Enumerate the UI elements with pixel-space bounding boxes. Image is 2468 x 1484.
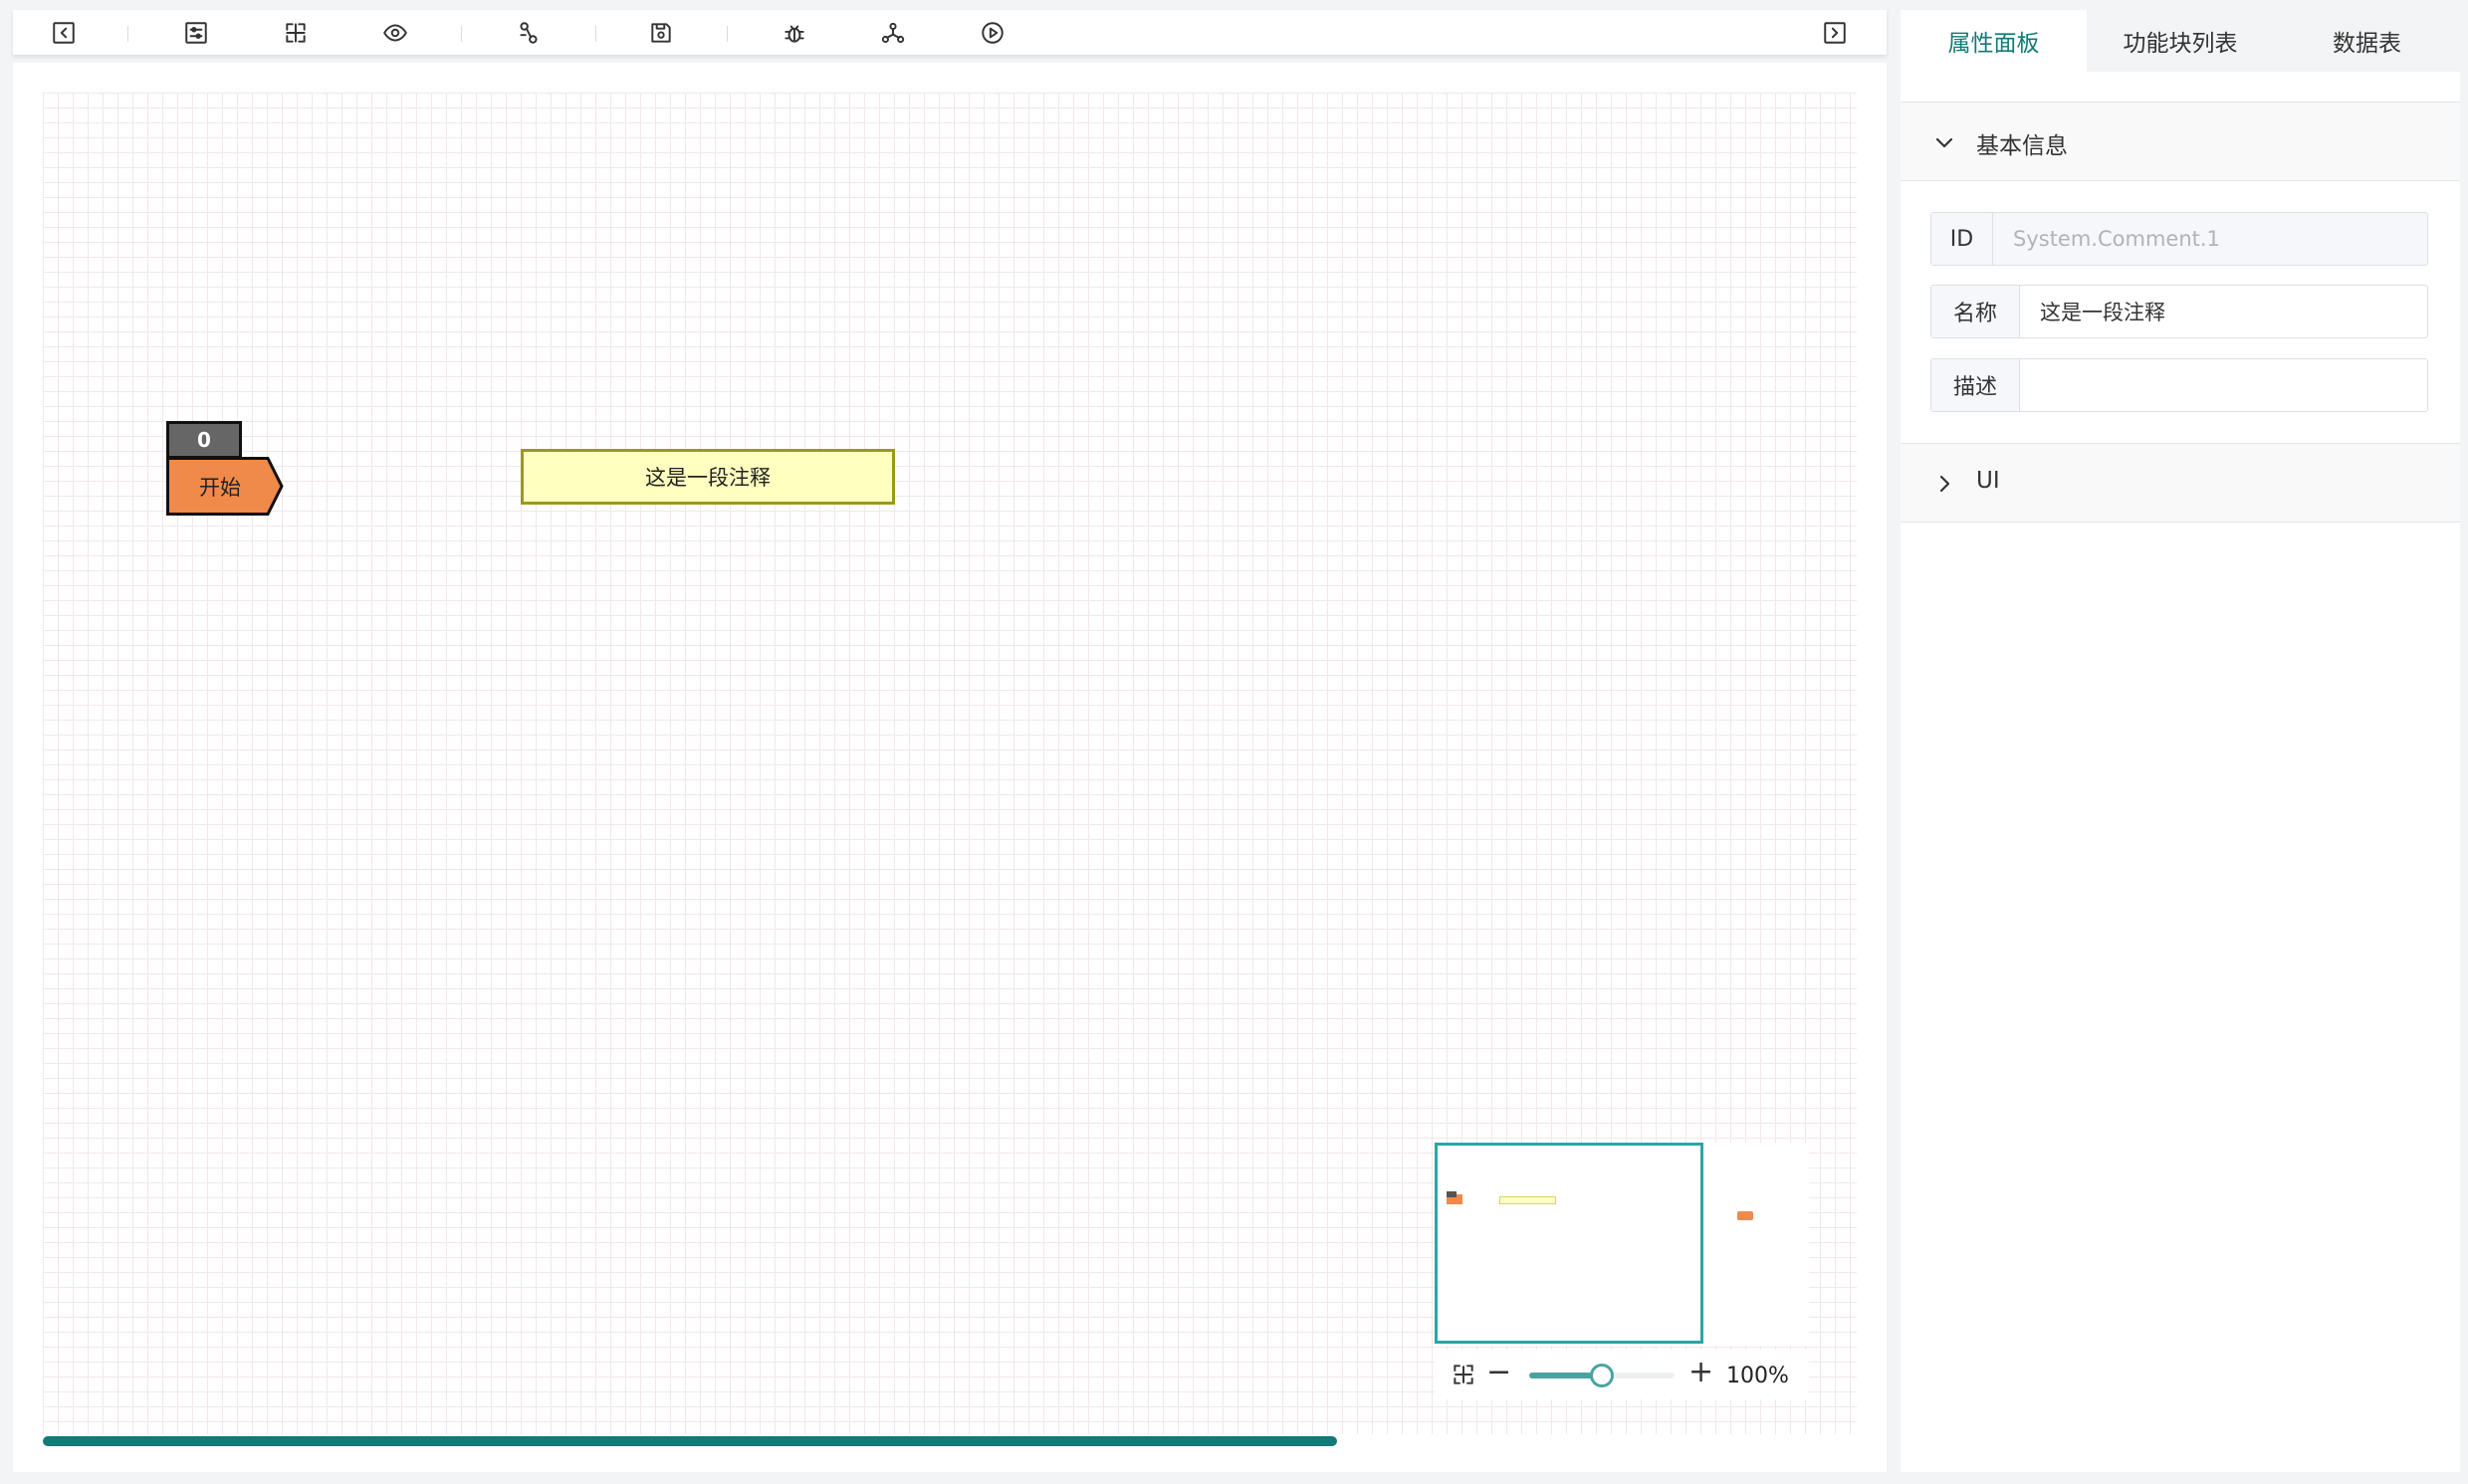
collapse-right-icon — [1824, 22, 1846, 44]
name-input[interactable] — [2020, 286, 2427, 337]
description-field: 描述 — [1930, 358, 2428, 412]
run-button[interactable] — [977, 19, 1009, 47]
name-field: 名称 — [1930, 285, 2428, 338]
link-flow-icon — [520, 22, 538, 44]
zoom-out-button[interactable]: − — [1486, 1358, 1511, 1387]
collapse-left-button[interactable] — [48, 19, 80, 47]
toolbar-divider — [127, 26, 128, 42]
save-icon — [651, 23, 671, 43]
canvas-panel: 0 开始 这是一段注释 − + 100% — [13, 63, 1887, 1472]
start-node[interactable]: 开始 — [166, 457, 284, 516]
section-basic-info-header[interactable]: 基本信息 — [1901, 102, 2460, 181]
section-ui-title: UI — [1976, 468, 2000, 494]
section-ui-header[interactable]: UI — [1901, 443, 2460, 523]
preview-button[interactable] — [379, 19, 411, 47]
debug-button[interactable] — [779, 19, 810, 47]
network-icon — [881, 22, 905, 44]
id-input — [1993, 213, 2427, 265]
minimap[interactable] — [1435, 1143, 1809, 1346]
fit-view-button[interactable] — [280, 19, 312, 47]
save-button[interactable] — [645, 19, 677, 47]
tab-data-table[interactable]: 数据表 — [2274, 10, 2460, 72]
collapse-right-button[interactable] — [1819, 19, 1851, 47]
flow-canvas[interactable]: 0 开始 这是一段注释 − + 100% — [43, 93, 1857, 1434]
chevron-right-icon — [1932, 472, 1956, 496]
tab-function-blocks[interactable]: 功能块列表 — [2089, 10, 2272, 72]
collapse-left-icon — [53, 22, 75, 44]
zoom-slider-handle[interactable] — [1590, 1364, 1614, 1387]
toolbar-divider — [595, 26, 596, 42]
section-basic-info-title: 基本信息 — [1976, 133, 2068, 159]
fit-view-icon — [286, 23, 306, 43]
right-panel: 属性面板 功能块列表 数据表 基本信息 ID 名称 描述 UI — [1901, 10, 2460, 1472]
zoom-fit-button[interactable] — [1451, 1362, 1476, 1387]
eye-icon — [383, 24, 407, 42]
zoom-in-button[interactable]: + — [1688, 1358, 1713, 1387]
link-flow-button[interactable] — [513, 19, 545, 47]
play-icon — [982, 22, 1004, 44]
settings-button[interactable] — [180, 19, 212, 47]
id-field: ID — [1930, 212, 2428, 266]
horizontal-scrollbar[interactable] — [43, 1436, 1337, 1446]
tab-properties[interactable]: 属性面板 — [1901, 10, 2087, 72]
zoom-controls: − + 100% — [1435, 1350, 1809, 1399]
minimap-viewport[interactable] — [1435, 1143, 1703, 1344]
graph-button[interactable] — [877, 19, 909, 47]
minimap-node — [1737, 1211, 1753, 1220]
chevron-down-icon — [1932, 130, 1956, 154]
minimap-start-counter — [1447, 1191, 1457, 1197]
toolbar-divider — [461, 26, 462, 42]
settings-sliders-icon — [185, 22, 207, 44]
minimap-comment-node — [1499, 1196, 1556, 1204]
zoom-percent: 100% — [1726, 1364, 1789, 1388]
toolbar-divider — [727, 26, 728, 42]
start-node-counter[interactable]: 0 — [166, 421, 242, 459]
name-field-label: 名称 — [1931, 286, 2020, 337]
description-field-label: 描述 — [1931, 359, 2020, 411]
comment-node[interactable]: 这是一段注释 — [521, 449, 895, 505]
id-field-label: ID — [1931, 213, 1993, 265]
start-node-label: 开始 — [199, 475, 241, 500]
description-input[interactable] — [2020, 359, 2427, 411]
panel-tabs: 属性面板 功能块列表 数据表 — [1901, 10, 2460, 72]
canvas-toolbar — [13, 10, 1887, 55]
fit-view-icon — [1454, 1365, 1473, 1384]
bug-icon — [785, 25, 804, 43]
